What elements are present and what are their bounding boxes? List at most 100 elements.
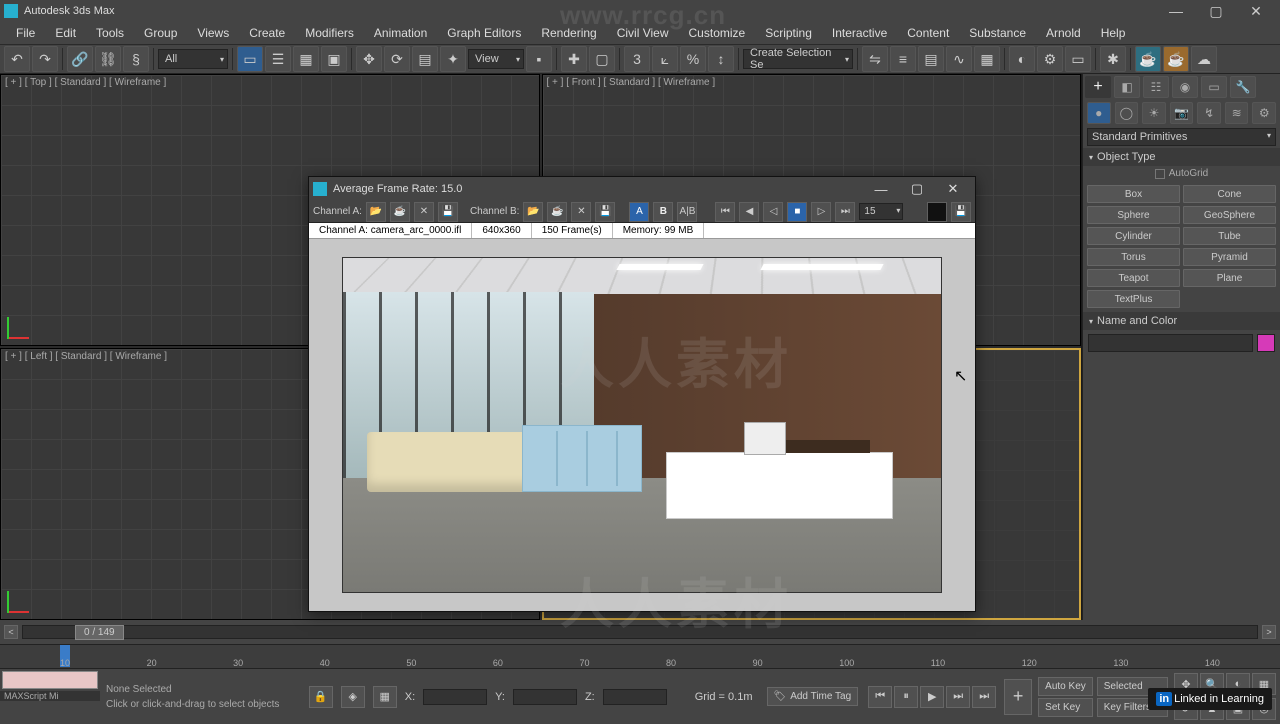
isolate-icon[interactable]: ◈ [341, 686, 365, 708]
menu-create[interactable]: Create [239, 23, 295, 43]
redo-icon[interactable]: ↷ [32, 46, 58, 72]
channel-a-toggle[interactable]: A [629, 202, 649, 222]
material-editor-icon[interactable]: ◐ [1009, 46, 1035, 72]
rotate-icon[interactable]: ⟳ [384, 46, 410, 72]
menu-civilview[interactable]: Civil View [607, 23, 679, 43]
channel-b-toggle[interactable]: B [653, 202, 673, 222]
menu-animation[interactable]: Animation [364, 23, 437, 43]
time-next-btn[interactable]: > [1262, 625, 1276, 639]
sel-lock-icon[interactable]: ▦ [373, 686, 397, 708]
modify-tab-icon[interactable]: ◧ [1114, 76, 1140, 98]
prim-textplus[interactable]: TextPlus [1087, 290, 1180, 308]
shapes-icon[interactable]: ◯ [1115, 102, 1139, 124]
menu-group[interactable]: Group [134, 23, 187, 43]
prim-cone[interactable]: Cone [1183, 185, 1276, 203]
menu-arnold[interactable]: Arnold [1036, 23, 1091, 43]
chb-close-icon[interactable]: ✕ [571, 202, 591, 222]
window-crossing-icon[interactable]: ▣ [321, 46, 347, 72]
menu-help[interactable]: Help [1091, 23, 1136, 43]
utilities-tab-icon[interactable]: 🔧 [1230, 76, 1256, 98]
align-icon[interactable]: ≡ [890, 46, 916, 72]
selection-filter-dropdown[interactable]: All [158, 49, 228, 69]
motion-tab-icon[interactable]: ◉ [1172, 76, 1198, 98]
layers-icon[interactable]: ▤ [918, 46, 944, 72]
spinner-snap-icon[interactable]: ↕ [708, 46, 734, 72]
link-icon[interactable]: 🔗 [67, 46, 93, 72]
prim-sphere[interactable]: Sphere [1087, 206, 1180, 224]
unlink-icon[interactable]: ⛓ [95, 46, 121, 72]
step-back-icon[interactable]: ◀ [739, 202, 759, 222]
lock-icon[interactable]: 🔒 [309, 686, 333, 708]
placement-icon[interactable]: ✦ [440, 46, 466, 72]
helpers-icon[interactable]: ↯ [1197, 102, 1221, 124]
refcoord-dropdown[interactable]: View [468, 49, 524, 69]
menu-rendering[interactable]: Rendering [531, 23, 606, 43]
render-frame-icon[interactable]: ▭ [1065, 46, 1091, 72]
particles-icon[interactable]: ✱ [1100, 46, 1126, 72]
move-icon[interactable]: ✥ [356, 46, 382, 72]
cha-close-icon[interactable]: ✕ [414, 202, 434, 222]
manip-icon[interactable]: ✚ [561, 46, 587, 72]
spacewarps-icon[interactable]: ≋ [1225, 102, 1249, 124]
menu-tools[interactable]: Tools [86, 23, 134, 43]
render-viewport[interactable] [309, 239, 975, 611]
menu-views[interactable]: Views [187, 23, 239, 43]
menu-substance[interactable]: Substance [959, 23, 1036, 43]
menu-interactive[interactable]: Interactive [822, 23, 897, 43]
prim-plane[interactable]: Plane [1183, 269, 1276, 287]
goto-end-icon[interactable]: ⏭ [972, 686, 996, 708]
menu-content[interactable]: Content [897, 23, 959, 43]
key-plus-icon[interactable]: + [1004, 679, 1032, 715]
name-color-header[interactable]: Name and Color [1083, 312, 1280, 330]
add-time-tag[interactable]: 🏷Add Time Tag [767, 687, 859, 706]
y-input[interactable] [513, 689, 577, 705]
lights-icon[interactable]: ☀ [1142, 102, 1166, 124]
prev-frame-icon[interactable]: ⏸ [894, 686, 918, 708]
select-object-icon[interactable]: ▭ [237, 46, 263, 72]
maximize-button[interactable]: ▢ [1196, 0, 1236, 22]
named-selection-dropdown[interactable]: Create Selection Se [743, 49, 853, 69]
chb-save-icon[interactable]: 💾 [595, 202, 615, 222]
display-tab-icon[interactable]: ▭ [1201, 76, 1227, 98]
cha-save-icon[interactable]: 💾 [438, 202, 458, 222]
prim-pyramid[interactable]: Pyramid [1183, 248, 1276, 266]
prim-tube[interactable]: Tube [1183, 227, 1276, 245]
prim-teapot[interactable]: Teapot [1087, 269, 1180, 287]
create-tab-icon[interactable]: + [1085, 76, 1111, 98]
schematic-icon[interactable]: ▦ [974, 46, 1000, 72]
select-name-icon[interactable]: ☰ [265, 46, 291, 72]
percent-snap-icon[interactable]: % [680, 46, 706, 72]
object-color-swatch[interactable] [1257, 334, 1275, 352]
cameras-icon[interactable]: 📷 [1170, 102, 1194, 124]
prim-cylinder[interactable]: Cylinder [1087, 227, 1180, 245]
render-online-icon[interactable]: ☁ [1191, 46, 1217, 72]
next-frame-icon[interactable]: ⏭ [946, 686, 970, 708]
goto-start-icon[interactable]: ⏮ [868, 686, 892, 708]
cha-teapot-icon[interactable]: ☕ [390, 202, 410, 222]
hierarchy-tab-icon[interactable]: ☷ [1143, 76, 1169, 98]
color-swatch[interactable] [927, 202, 947, 222]
popup-maximize[interactable]: ▢ [899, 177, 935, 201]
render-iter-icon[interactable]: ☕ [1163, 46, 1189, 72]
popup-close[interactable]: ✕ [935, 177, 971, 201]
play-fwd-icon[interactable]: ▷ [811, 202, 831, 222]
maxscript-mini[interactable]: MAXScript Mi [0, 691, 100, 701]
set-key-button[interactable]: Set Key [1038, 698, 1093, 717]
prim-box[interactable]: Box [1087, 185, 1180, 203]
play-rev-icon[interactable]: ◁ [763, 202, 783, 222]
autogrid-checkbox[interactable]: AutoGrid [1083, 166, 1280, 181]
prim-geosphere[interactable]: GeoSphere [1183, 206, 1276, 224]
menu-customize[interactable]: Customize [679, 23, 756, 43]
cha-open-icon[interactable]: 📂 [366, 202, 386, 222]
stop-icon[interactable]: ■ [787, 202, 807, 222]
ab-compare-icon[interactable]: A|B [677, 202, 697, 222]
undo-icon[interactable]: ↶ [4, 46, 30, 72]
play-icon[interactable]: ▶ [920, 686, 944, 708]
geometry-icon[interactable]: ● [1087, 102, 1111, 124]
time-slider[interactable]: 0 / 149 [22, 625, 1258, 639]
render-prod-icon[interactable]: ☕ [1135, 46, 1161, 72]
scale-icon[interactable]: ▤ [412, 46, 438, 72]
angle-snap-icon[interactable]: ⟀ [652, 46, 678, 72]
popup-minimize[interactable]: — [863, 177, 899, 201]
time-knob[interactable]: 0 / 149 [75, 625, 124, 640]
